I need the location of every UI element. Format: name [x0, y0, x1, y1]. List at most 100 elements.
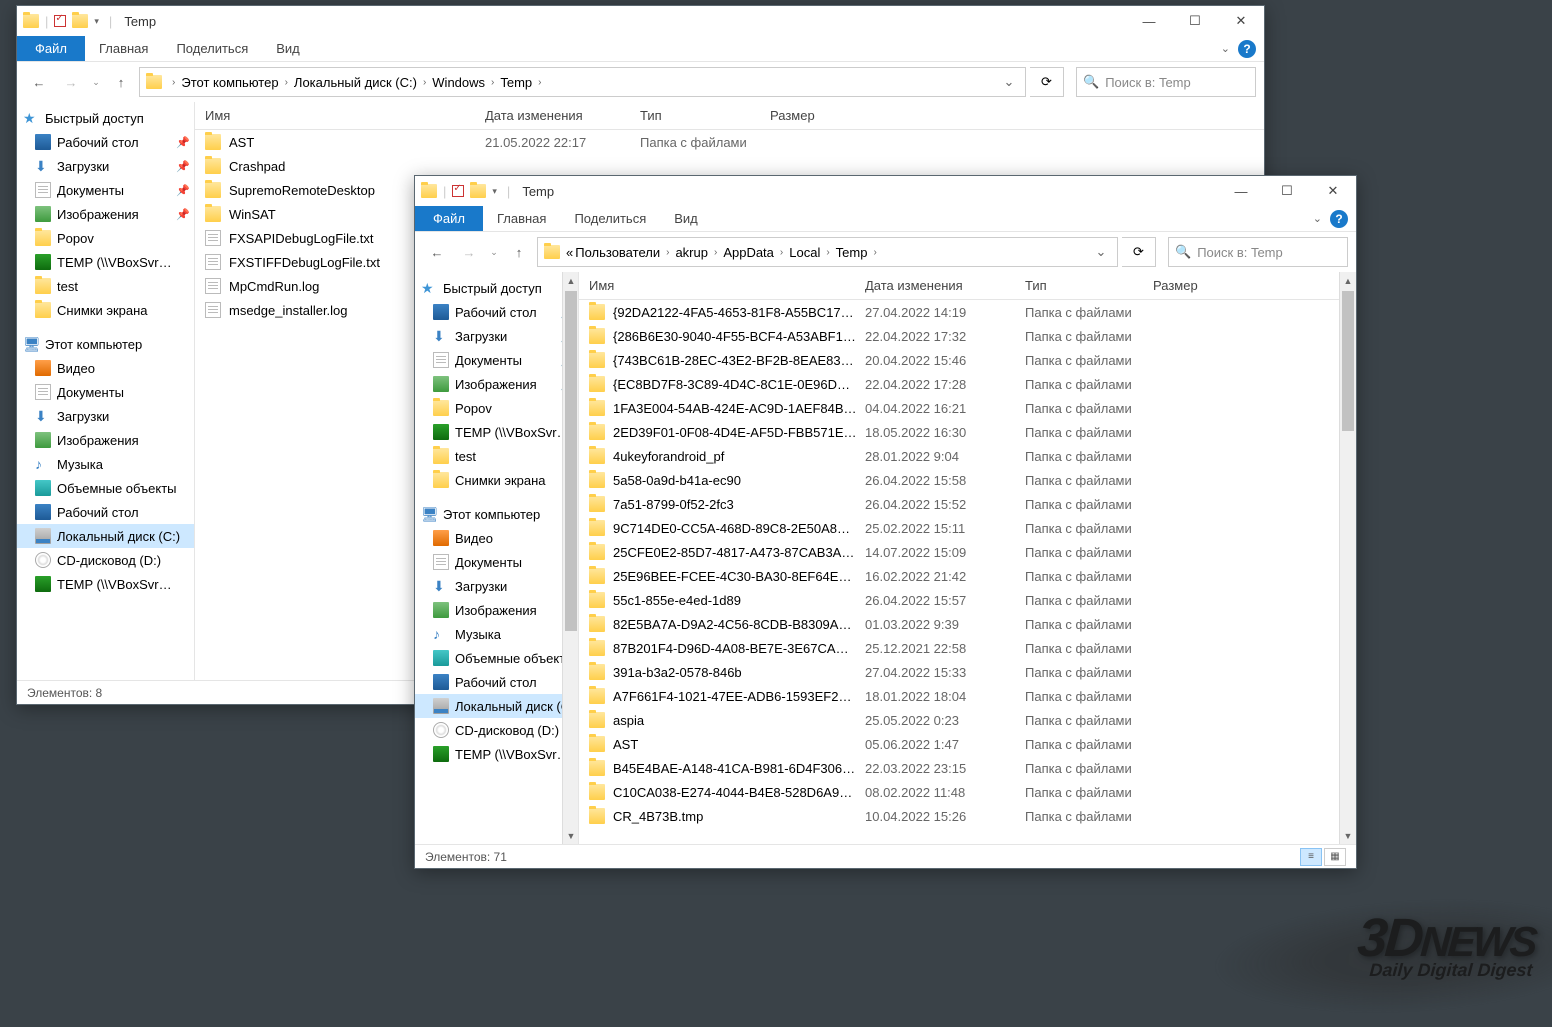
breadcrumb-segment[interactable]: Windows [432, 75, 485, 90]
close-button[interactable]: ✕ [1310, 176, 1356, 206]
tree-item[interactable]: ♪Музыка [17, 452, 194, 476]
tree-item[interactable]: ★Быстрый доступ [415, 276, 578, 300]
file-row[interactable]: CR_4B73B.tmp10.04.2022 15:26Папка с файл… [579, 804, 1356, 828]
titlebar[interactable]: | ▾ | Temp — ☐ ✕ [17, 6, 1264, 36]
chevron-right-icon[interactable]: › [662, 247, 673, 258]
tree-item[interactable]: CD-дисковод (D:) [415, 718, 578, 742]
tree-item[interactable]: test [17, 274, 194, 298]
file-row[interactable]: {743BC61B-28EC-43E2-BF2B-8EAE839C9…20.04… [579, 348, 1356, 372]
back-button[interactable]: ← [423, 238, 451, 266]
tree-item[interactable]: TEMP (\\VBoxSvr… [17, 572, 194, 596]
file-row[interactable]: A7F661F4-1021-47EE-ADB6-1593EF2BB9…18.01… [579, 684, 1356, 708]
scroll-thumb[interactable] [565, 291, 577, 631]
breadcrumb-segment[interactable]: akrup [675, 245, 708, 260]
scroll-up-icon[interactable]: ▲ [563, 272, 579, 289]
tree-item[interactable]: Снимки экрана [415, 468, 578, 492]
col-header-date[interactable]: Дата изменения [865, 278, 1025, 293]
minimize-button[interactable]: — [1218, 176, 1264, 206]
tree-item[interactable]: Документы [17, 380, 194, 404]
chevron-right-icon[interactable]: › [281, 77, 292, 88]
search-box[interactable]: 🔍 Поиск в: Temp [1168, 237, 1348, 267]
tree-item[interactable]: Видео [415, 526, 578, 550]
file-row[interactable]: 2ED39F01-0F08-4D4E-AF5D-FBB571EB8…18.05.… [579, 420, 1356, 444]
minimize-button[interactable]: — [1126, 6, 1172, 36]
forward-button[interactable]: → [57, 68, 85, 96]
breadcrumb-segment[interactable]: Temp [500, 75, 532, 90]
chevron-right-icon[interactable]: › [869, 247, 880, 258]
tree-item[interactable]: ★Быстрый доступ [17, 106, 194, 130]
file-row[interactable]: 7a51-8799-0f52-2fc326.04.2022 15:52Папка… [579, 492, 1356, 516]
properties-icon[interactable] [54, 15, 66, 27]
tab-view[interactable]: Вид [660, 206, 712, 231]
qat-dropdown-icon[interactable]: ▾ [94, 16, 99, 27]
col-header-name[interactable]: Имя [589, 278, 865, 293]
tree-item[interactable]: Документы📌 [17, 178, 194, 202]
expand-ribbon-icon[interactable]: ⌄ [1313, 212, 1322, 225]
file-row[interactable]: B45E4BAE-A148-41CA-B981-6D4F3062C…22.03.… [579, 756, 1356, 780]
file-row[interactable]: 25CFE0E2-85D7-4817-A473-87CAB3A3D…14.07.… [579, 540, 1356, 564]
breadcrumb-segment[interactable]: Local [789, 245, 820, 260]
tree-item[interactable]: ⬇Загрузки [17, 404, 194, 428]
tree-item[interactable]: ♪Музыка [415, 622, 578, 646]
tree-item[interactable]: Изображения📌 [17, 202, 194, 226]
address-dropdown-icon[interactable]: ⌄ [999, 74, 1019, 90]
column-headers[interactable]: ИмяДата измененияТипРазмер [195, 102, 1264, 130]
close-button[interactable]: ✕ [1218, 6, 1264, 36]
refresh-button[interactable]: ⟳ [1122, 237, 1156, 267]
scroll-down-icon[interactable]: ▼ [563, 827, 579, 844]
tree-item[interactable]: Снимки экрана [17, 298, 194, 322]
chevron-right-icon[interactable]: › [168, 77, 179, 88]
tab-file[interactable]: Файл [17, 36, 85, 61]
file-row[interactable]: AST05.06.2022 1:47Папка с файлами [579, 732, 1356, 756]
tree-item[interactable]: ⬇Загрузки [415, 574, 578, 598]
up-button[interactable]: ↑ [107, 68, 135, 96]
tree-item[interactable]: Объемные объекты [415, 646, 578, 670]
tree-item[interactable]: Рабочий стол📌 [17, 130, 194, 154]
tree-item[interactable]: TEMP (\\VBoxSvr… [415, 742, 578, 766]
tree-item[interactable]: CD-дисковод (D:) [17, 548, 194, 572]
navpane-scrollbar[interactable]: ▲ ▼ [562, 272, 579, 844]
file-row[interactable]: 9C714DE0-CC5A-468D-89C8-2E50A8564…25.02.… [579, 516, 1356, 540]
tree-item[interactable]: TEMP (\\VBoxSvr… [17, 250, 194, 274]
titlebar[interactable]: | ▾ | Temp — ☐ ✕ [415, 176, 1356, 206]
up-button[interactable]: ↑ [505, 238, 533, 266]
file-row[interactable]: {286B6E30-9040-4F55-BCF4-A53ABF15D…22.04… [579, 324, 1356, 348]
refresh-button[interactable]: ⟳ [1030, 67, 1064, 97]
file-row[interactable]: 4ukeyforandroid_pf28.01.2022 9:04Папка с… [579, 444, 1356, 468]
tree-item[interactable]: Рабочий стол [415, 670, 578, 694]
col-header-size[interactable]: Размер [1153, 278, 1233, 293]
breadcrumb-segment[interactable]: Пользователи [575, 245, 660, 260]
tree-item[interactable]: Документы [415, 550, 578, 574]
tab-home[interactable]: Главная [483, 206, 560, 231]
file-row[interactable]: {92DA2122-4FA5-4653-81F8-A55BC1750…27.04… [579, 300, 1356, 324]
tree-item[interactable]: Рабочий стол [17, 500, 194, 524]
chevron-right-icon[interactable]: › [710, 247, 721, 258]
tab-share[interactable]: Поделиться [560, 206, 660, 231]
tree-item[interactable]: ⬇Загрузки📌 [17, 154, 194, 178]
scroll-thumb[interactable] [1342, 291, 1354, 431]
chevron-right-icon[interactable]: › [822, 247, 833, 258]
qat-dropdown-icon[interactable]: ▾ [492, 186, 497, 197]
file-row[interactable]: 87B201F4-D96D-4A08-BE7E-3E67CAB38…25.12.… [579, 636, 1356, 660]
file-row[interactable]: {EC8BD7F8-3C89-4D4C-8C1E-0E96D3AB…22.04.… [579, 372, 1356, 396]
tree-item[interactable]: Рабочий стол📌 [415, 300, 578, 324]
content-scrollbar[interactable]: ▲ ▼ [1339, 272, 1356, 844]
tree-item[interactable]: test [415, 444, 578, 468]
address-bar[interactable]: › Этот компьютер›Локальный диск (C:)›Win… [139, 67, 1026, 97]
tree-item[interactable]: Popov [17, 226, 194, 250]
help-icon[interactable]: ? [1238, 40, 1256, 58]
col-header-date[interactable]: Дата изменения [485, 108, 640, 123]
file-row[interactable]: AST21.05.2022 22:17Папка с файлами [195, 130, 1264, 154]
scroll-down-icon[interactable]: ▼ [1340, 827, 1356, 844]
properties-icon[interactable] [452, 185, 464, 197]
help-icon[interactable]: ? [1330, 210, 1348, 228]
new-folder-icon[interactable] [72, 14, 88, 28]
tree-item[interactable]: ⬇Загрузки📌 [415, 324, 578, 348]
breadcrumb-segment[interactable]: Этот компьютер [181, 75, 278, 90]
address-bar[interactable]: « Пользователи›akrup›AppData›Local›Temp›… [537, 237, 1118, 267]
file-row[interactable]: 391a-b3a2-0578-846b27.04.2022 15:33Папка… [579, 660, 1356, 684]
breadcrumb-segment[interactable]: AppData [723, 245, 774, 260]
tree-item[interactable]: Видео [17, 356, 194, 380]
expand-ribbon-icon[interactable]: ⌄ [1221, 42, 1230, 55]
address-dropdown-icon[interactable]: ⌄ [1091, 244, 1111, 260]
